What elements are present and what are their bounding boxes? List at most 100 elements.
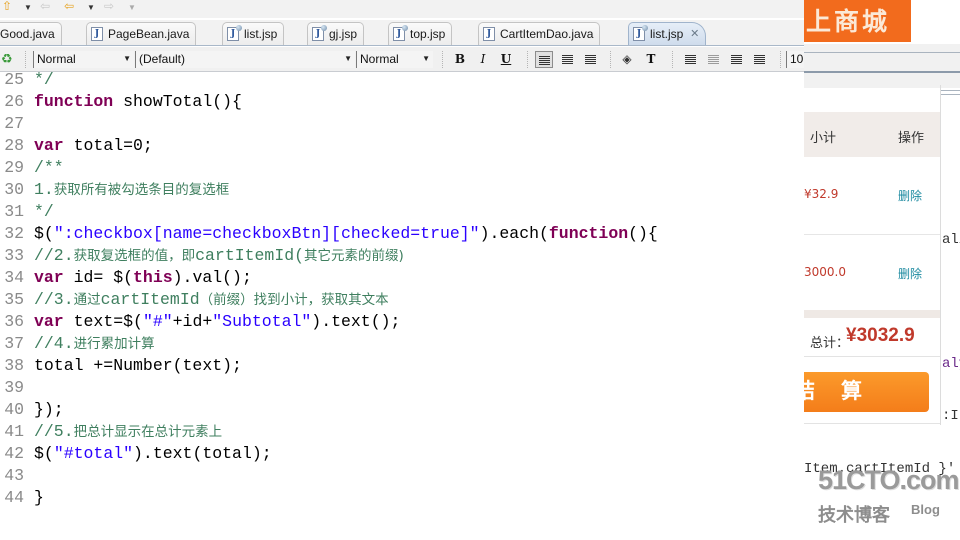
toolbar-separator bbox=[780, 51, 781, 68]
code-text: //4.进行累加计算 bbox=[34, 333, 155, 355]
code-line[interactable]: 37 //4.进行累加计算 bbox=[0, 333, 804, 355]
align-center-icon bbox=[561, 55, 573, 64]
tab-pagebean-java[interactable]: J PageBean.java bbox=[86, 22, 197, 45]
code-token: } bbox=[34, 488, 44, 507]
code-editor[interactable]: 25 */ 26 function showTotal(){27 28 var total… bbox=[0, 70, 804, 540]
align-right-button[interactable] bbox=[581, 51, 599, 68]
tab-list-jsp-active[interactable]: J list.jsp ✕ bbox=[628, 22, 707, 45]
code-line[interactable]: 42 $("#total").text(total); bbox=[0, 443, 804, 465]
divider bbox=[804, 52, 960, 53]
code-line[interactable]: 26 function showTotal(){ bbox=[0, 91, 804, 113]
code-line[interactable]: 36 var text=$("#"+id+"Subtotal").text(); bbox=[0, 311, 804, 333]
code-text: var text=$("#"+id+"Subtotal").text(); bbox=[34, 311, 400, 333]
refresh-icon[interactable]: ♻ bbox=[1, 51, 13, 67]
total-label: 总计： bbox=[810, 335, 850, 350]
line-number: 26 bbox=[4, 92, 24, 111]
delete-link[interactable]: 删除 bbox=[898, 265, 922, 282]
paragraph-style-select[interactable]: Normal ▼ bbox=[33, 51, 134, 68]
code-line[interactable]: 44} bbox=[0, 487, 804, 509]
watermark: 51CTO.com 技术博客 Blog bbox=[818, 465, 960, 526]
back-disabled-icon[interactable]: ⇦ bbox=[40, 0, 50, 14]
numbered-list-button[interactable] bbox=[727, 51, 745, 68]
background-color-button[interactable]: ◈ bbox=[618, 51, 636, 68]
chevron-down-icon[interactable]: ▼ bbox=[24, 3, 32, 12]
code-token: var bbox=[34, 136, 64, 155]
divider bbox=[804, 356, 940, 357]
line-number: 41 bbox=[4, 422, 24, 441]
line-number: 42 bbox=[4, 444, 24, 463]
up-arrow-icon[interactable]: ⇧ bbox=[2, 0, 12, 14]
italic-button[interactable]: I bbox=[474, 51, 492, 68]
code-text: /** bbox=[34, 157, 64, 179]
underline-button[interactable]: U bbox=[497, 51, 515, 68]
code-line[interactable]: 31 */ bbox=[0, 201, 804, 223]
code-line[interactable]: 34 var id= $(this).val(); bbox=[0, 267, 804, 289]
outdent-button[interactable] bbox=[704, 51, 722, 68]
align-center-button[interactable] bbox=[558, 51, 576, 68]
code-line[interactable]: 41 //5.把总计显示在总计元素上 bbox=[0, 421, 804, 443]
code-token: var bbox=[34, 268, 64, 287]
bulleted-list-button[interactable] bbox=[750, 51, 768, 68]
code-token: $( bbox=[34, 444, 54, 463]
code-token: 获取复选框的值，即 bbox=[73, 248, 196, 264]
code-line[interactable]: 43 bbox=[0, 465, 804, 487]
text-color-button[interactable]: T bbox=[642, 51, 660, 68]
code-line[interactable]: 38 total +=Number(text); bbox=[0, 355, 804, 377]
code-line[interactable]: 28 var total=0; bbox=[0, 135, 804, 157]
code-line[interactable]: 33 //2.获取复选框的值，即cartItemId(其它元素的前缀) bbox=[0, 245, 804, 267]
code-line[interactable]: 29 /** bbox=[0, 157, 804, 179]
code-text: var total=0; bbox=[34, 135, 153, 157]
chevron-down-icon[interactable]: ▼ bbox=[87, 3, 95, 12]
code-token: //2. bbox=[34, 246, 74, 265]
delete-link[interactable]: 删除 bbox=[898, 187, 922, 204]
back-arrow-icon[interactable]: ⇦ bbox=[64, 0, 74, 14]
code-token: ).text(total); bbox=[133, 444, 272, 463]
tab-top-jsp[interactable]: J top.jsp bbox=[388, 22, 453, 45]
tab-label: gj.jsp bbox=[329, 27, 358, 41]
close-icon[interactable]: ✕ bbox=[690, 27, 699, 40]
checkout-button[interactable]: 结算 bbox=[804, 372, 929, 412]
code-line[interactable]: 27 bbox=[0, 113, 804, 135]
align-left-button[interactable] bbox=[535, 51, 553, 68]
chevron-down-icon: ▼ bbox=[123, 54, 131, 63]
code-text: }); bbox=[34, 399, 64, 421]
code-token: ).text(); bbox=[311, 312, 401, 331]
code-token: cartItemId( bbox=[195, 246, 305, 265]
line-number: 25 bbox=[4, 70, 24, 89]
background-code-fragment: ali bbox=[942, 232, 960, 248]
total-value: ¥3032.9 bbox=[846, 325, 915, 346]
code-text: //3.通过cartItemId（前缀）找到小计，获取其文本 bbox=[34, 289, 389, 311]
font-family-select[interactable]: (Default) ▼ bbox=[135, 51, 355, 68]
code-line[interactable]: 32 $(":checkbox[name=checkboxBtn][checked… bbox=[0, 223, 804, 245]
forward-arrow-icon[interactable]: ⇨ bbox=[104, 0, 114, 14]
font-size-number: 10 bbox=[790, 52, 804, 66]
code-line[interactable]: 30 1.获取所有被勾选条目的复选框 bbox=[0, 179, 804, 201]
code-line[interactable]: 39 bbox=[0, 377, 804, 399]
shop-logo: 上商城 bbox=[804, 0, 911, 42]
code-line[interactable]: 25 */ bbox=[0, 69, 804, 91]
tab-gj-jsp[interactable]: J gj.jsp bbox=[307, 22, 365, 45]
indent-button[interactable] bbox=[681, 51, 699, 68]
code-token: }); bbox=[34, 400, 64, 419]
code-token: 获取所有被勾选条目的复选框 bbox=[53, 182, 230, 198]
java-file-icon: J bbox=[483, 27, 495, 41]
font-size-select[interactable]: Normal ▼ bbox=[356, 51, 433, 68]
code-token: id= $( bbox=[63, 268, 134, 287]
divider bbox=[804, 71, 960, 73]
code-text: $("#total").text(total); bbox=[34, 443, 272, 465]
tab-list-jsp[interactable]: J list.jsp bbox=[222, 22, 285, 45]
tab-cartitemdao-java[interactable]: J CartItemDao.java bbox=[478, 22, 601, 45]
code-line[interactable]: 35 //3.通过cartItemId（前缀）找到小计，获取其文本 bbox=[0, 289, 804, 311]
toolbar-separator bbox=[25, 51, 26, 68]
line-number: 43 bbox=[4, 466, 24, 485]
code-line[interactable]: 40}); bbox=[0, 399, 804, 421]
bold-button[interactable]: B bbox=[451, 51, 469, 68]
code-token: 1. bbox=[34, 180, 54, 199]
line-number: 34 bbox=[4, 268, 24, 287]
tab-good-java[interactable]: Good.java bbox=[0, 22, 62, 45]
watermark-sub: 技术博客 bbox=[818, 505, 890, 526]
font-size-number-select[interactable]: 10 bbox=[786, 51, 806, 68]
chevron-down-icon[interactable]: ▼ bbox=[128, 3, 136, 12]
chevron-down-icon: ▼ bbox=[344, 54, 352, 63]
code-text: var id= $(this).val(); bbox=[34, 267, 252, 289]
